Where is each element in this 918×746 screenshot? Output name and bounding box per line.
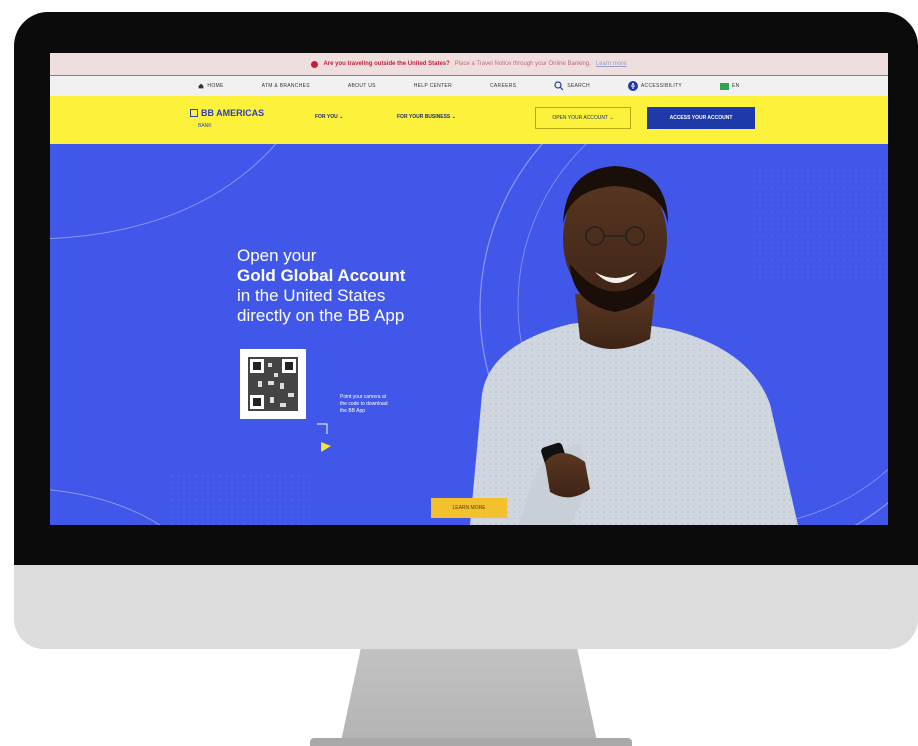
alert-bold-text: Are you traveling outside the United Sta… <box>323 61 450 67</box>
monitor-base <box>310 738 632 746</box>
main-header: BB AMERICAS BANK FOR YOU ⌄ FOR YOUR BUSI… <box>50 96 888 144</box>
learn-more-button[interactable]: LEARN MORE <box>431 498 507 518</box>
chevron-down-icon: ⌄ <box>451 114 456 120</box>
alert-icon <box>311 60 319 68</box>
monitor-chin <box>14 565 918 649</box>
chevron-down-icon: ⌄ <box>339 114 344 120</box>
headline-line-1: Open your <box>237 246 317 265</box>
browser-screen: Are you traveling outside the United Sta… <box>50 53 888 525</box>
util-about-us[interactable]: ABOUT US <box>348 83 376 89</box>
home-icon <box>199 83 204 89</box>
util-home[interactable]: HOME <box>198 83 223 89</box>
logo-subtitle: BANK <box>198 123 212 129</box>
search-icon <box>554 81 564 91</box>
util-help-center[interactable]: HELP CENTER <box>414 83 452 89</box>
open-account-button[interactable]: OPEN YOUR ACCOUNT ⌄ <box>535 107 631 129</box>
hero-background-art <box>50 144 888 525</box>
headline-line-4: directly on the BB App <box>237 306 405 325</box>
bb-logo[interactable]: BB AMERICAS <box>190 108 264 118</box>
accessibility-icon <box>627 81 638 91</box>
headline-line-3: in the United States <box>237 286 386 305</box>
nav-for-you[interactable]: FOR YOU ⌄ <box>315 114 343 120</box>
nav-for-your-business[interactable]: FOR YOUR BUSINESS ⌄ <box>397 114 456 120</box>
alert-learn-more-link[interactable]: Learn more <box>596 61 627 67</box>
chevron-down-icon: ⌄ <box>609 115 614 121</box>
util-accessibility[interactable]: ACCESSIBILITY <box>627 81 682 91</box>
flag-icon <box>720 82 730 90</box>
util-language[interactable]: EN <box>720 82 740 90</box>
logo-mark-icon <box>190 109 198 117</box>
qr-instruction-text: Point your camera at the code to downloa… <box>340 394 388 414</box>
pointer-arrow-icon <box>317 423 331 452</box>
alert-text: Place a Travel Notice through your Onlin… <box>454 61 591 67</box>
hero-headline: Open your Gold Global Account in the Uni… <box>237 246 467 326</box>
monitor-stand <box>340 649 598 746</box>
qr-code-graphic <box>248 357 298 411</box>
headline-line-2: Gold Global Account <box>237 266 406 285</box>
qr-code <box>240 349 306 419</box>
access-account-button[interactable]: ACCESS YOUR ACCOUNT <box>647 107 755 129</box>
util-search[interactable]: SEARCH <box>554 81 590 91</box>
util-atm-branches[interactable]: ATM & BRANCHES <box>262 83 310 89</box>
utility-nav: HOME ATM & BRANCHES ABOUT US HELP CENTER… <box>50 75 888 96</box>
util-careers[interactable]: CAREERS <box>490 83 516 89</box>
hero-banner: Open your Gold Global Account in the Uni… <box>50 144 888 525</box>
travel-alert-bar: Are you traveling outside the United Sta… <box>50 53 888 75</box>
